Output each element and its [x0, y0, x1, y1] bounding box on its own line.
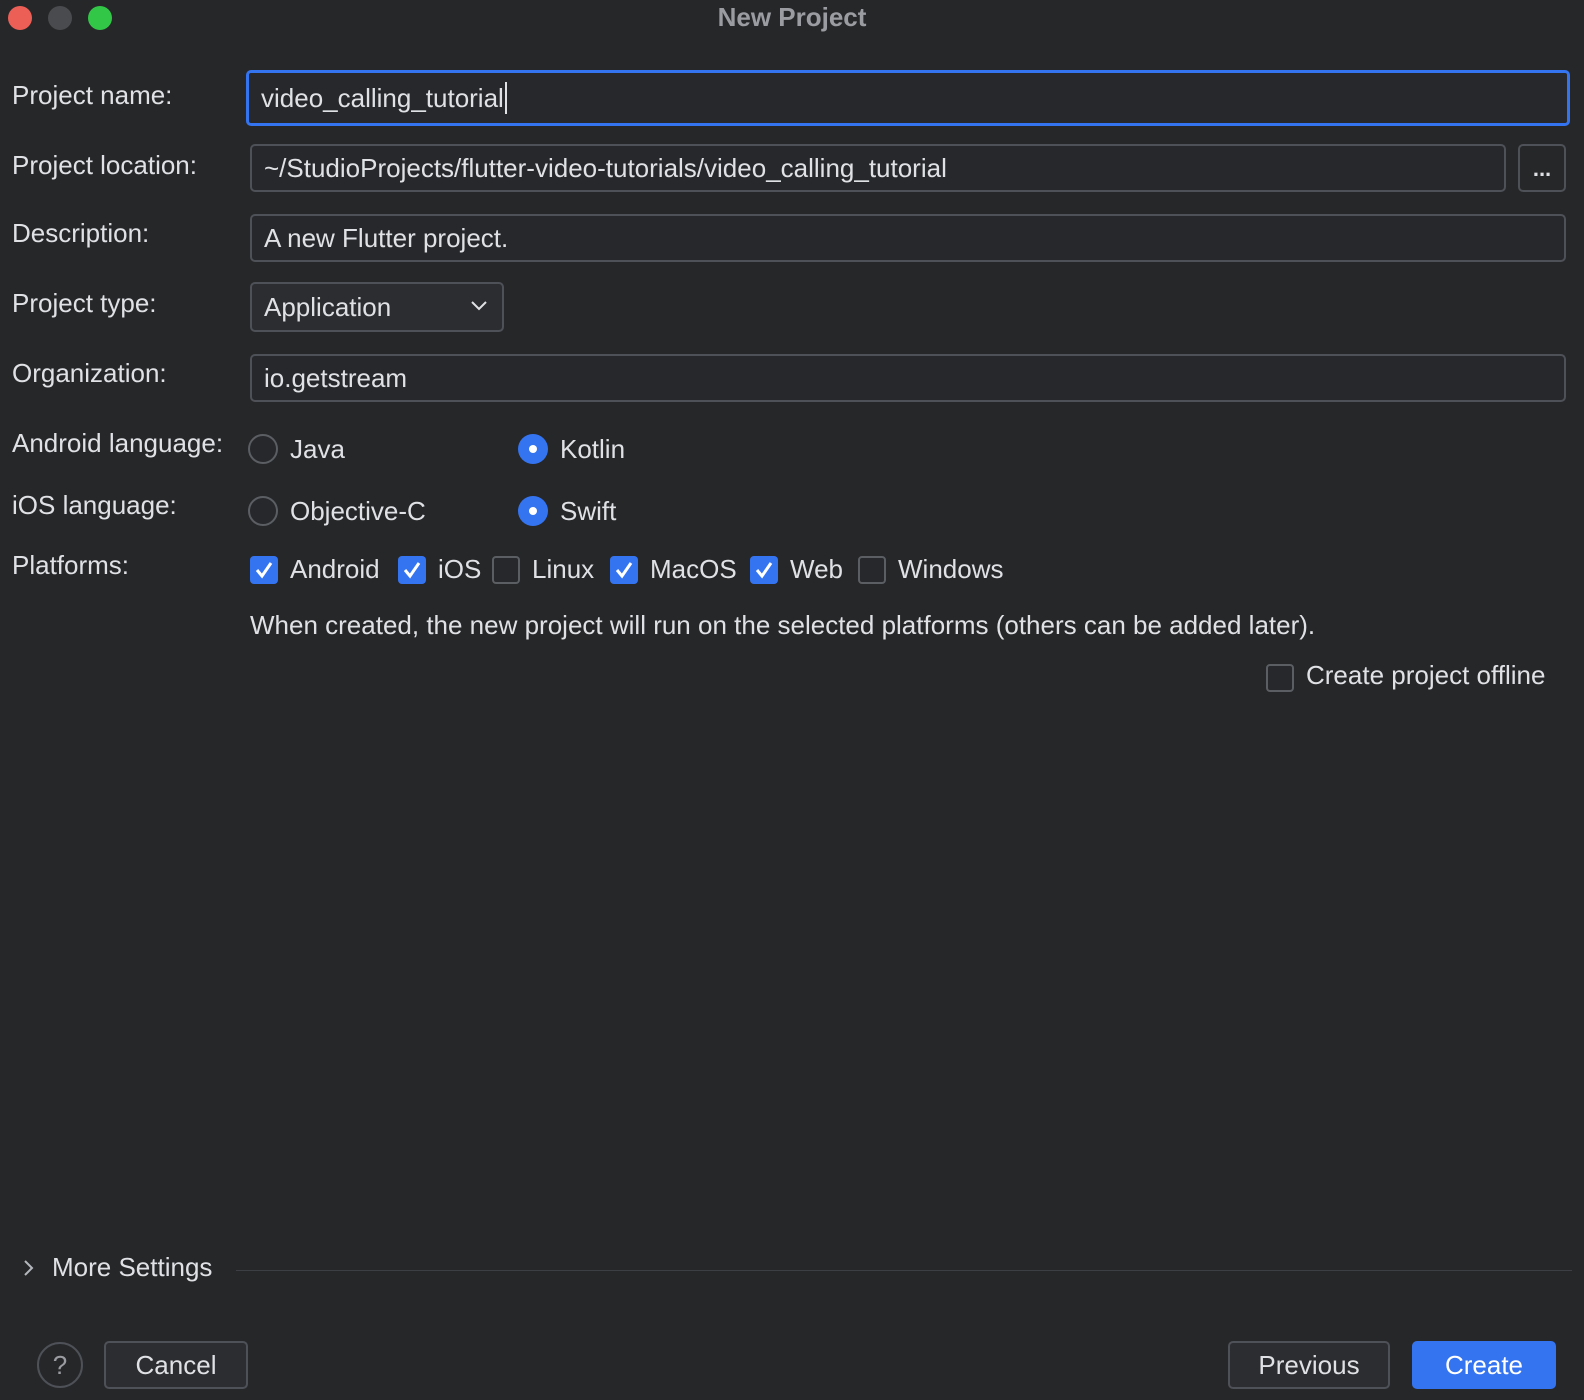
create-label: Create: [1444, 1349, 1524, 1380]
more-settings-label: More Settings: [52, 1252, 213, 1282]
description-input[interactable]: A new Flutter project.: [250, 214, 1566, 262]
create-button[interactable]: Create: [1412, 1341, 1556, 1389]
android-kotlin-label[interactable]: Kotlin: [560, 434, 625, 465]
previous-label: Previous: [1258, 1349, 1360, 1380]
android-language-label: Android language:: [12, 428, 224, 458]
project-type-label: Project type:: [12, 288, 157, 318]
cancel-button[interactable]: Cancel: [104, 1341, 248, 1389]
project-location-input[interactable]: ~/StudioProjects/flutter-video-tutorials…: [250, 144, 1506, 192]
project-name-input[interactable]: video_calling_tutorial: [246, 70, 1570, 126]
browse-label: ...: [1532, 156, 1552, 181]
cancel-label: Cancel: [135, 1349, 217, 1380]
platform-android-checkbox[interactable]: [250, 556, 278, 584]
more-settings-divider: [236, 1270, 1572, 1271]
ios-language-label: iOS language:: [12, 490, 177, 520]
more-settings-toggle[interactable]: More Settings: [18, 1250, 238, 1290]
project-name-label: Project name:: [12, 80, 173, 110]
organization-value: io.getstream: [264, 362, 408, 393]
platform-windows-label[interactable]: Windows: [898, 554, 1003, 585]
organization-input[interactable]: io.getstream: [250, 354, 1566, 402]
platform-linux-checkbox[interactable]: [492, 556, 520, 584]
description-value: A new Flutter project.: [264, 222, 509, 253]
chevron-right-icon: [24, 1260, 34, 1276]
platform-linux-label[interactable]: Linux: [532, 554, 594, 585]
ios-swift-label[interactable]: Swift: [560, 496, 616, 527]
checkmark-icon: [403, 562, 421, 579]
android-java-radio[interactable]: [248, 434, 278, 464]
previous-button[interactable]: Previous: [1228, 1341, 1390, 1389]
platforms-hint: When created, the new project will run o…: [250, 610, 1316, 640]
ios-objc-label[interactable]: Objective-C: [290, 496, 426, 527]
platform-macos-checkbox[interactable]: [610, 556, 638, 584]
create-offline-checkbox[interactable]: [1266, 664, 1294, 692]
project-location-value: ~/StudioProjects/flutter-video-tutorials…: [264, 152, 947, 183]
project-location-label: Project location:: [12, 150, 197, 180]
checkmark-icon: [615, 562, 633, 579]
help-icon: ?: [52, 1349, 68, 1380]
platform-macos-label[interactable]: MacOS: [650, 554, 737, 585]
platform-web-label[interactable]: Web: [790, 554, 843, 585]
android-java-label[interactable]: Java: [290, 434, 345, 465]
text-caret: [504, 82, 507, 114]
project-type-dropdown[interactable]: Application: [250, 282, 504, 332]
platform-android-label[interactable]: Android: [290, 554, 380, 585]
ios-objc-radio[interactable]: [248, 496, 278, 526]
help-button[interactable]: ?: [37, 1342, 83, 1388]
window-title: New Project: [717, 2, 867, 32]
android-kotlin-radio[interactable]: [518, 434, 548, 464]
project-type-value: Application: [264, 291, 392, 322]
description-label: Description:: [12, 218, 150, 248]
checkmark-icon: [255, 562, 273, 579]
checkmark-icon: [755, 562, 773, 579]
organization-label: Organization:: [12, 358, 167, 388]
ios-swift-radio[interactable]: [518, 496, 548, 526]
project-name-value: video_calling_tutorial: [261, 82, 504, 113]
platform-windows-checkbox[interactable]: [858, 556, 886, 584]
create-offline-label[interactable]: Create project offline: [1306, 660, 1545, 691]
platform-ios-label[interactable]: iOS: [438, 554, 481, 585]
platform-ios-checkbox[interactable]: [398, 556, 426, 584]
platforms-label: Platforms:: [12, 550, 130, 580]
browse-location-button[interactable]: ...: [1518, 144, 1566, 192]
platform-web-checkbox[interactable]: [750, 556, 778, 584]
chevron-down-icon: [471, 301, 487, 311]
